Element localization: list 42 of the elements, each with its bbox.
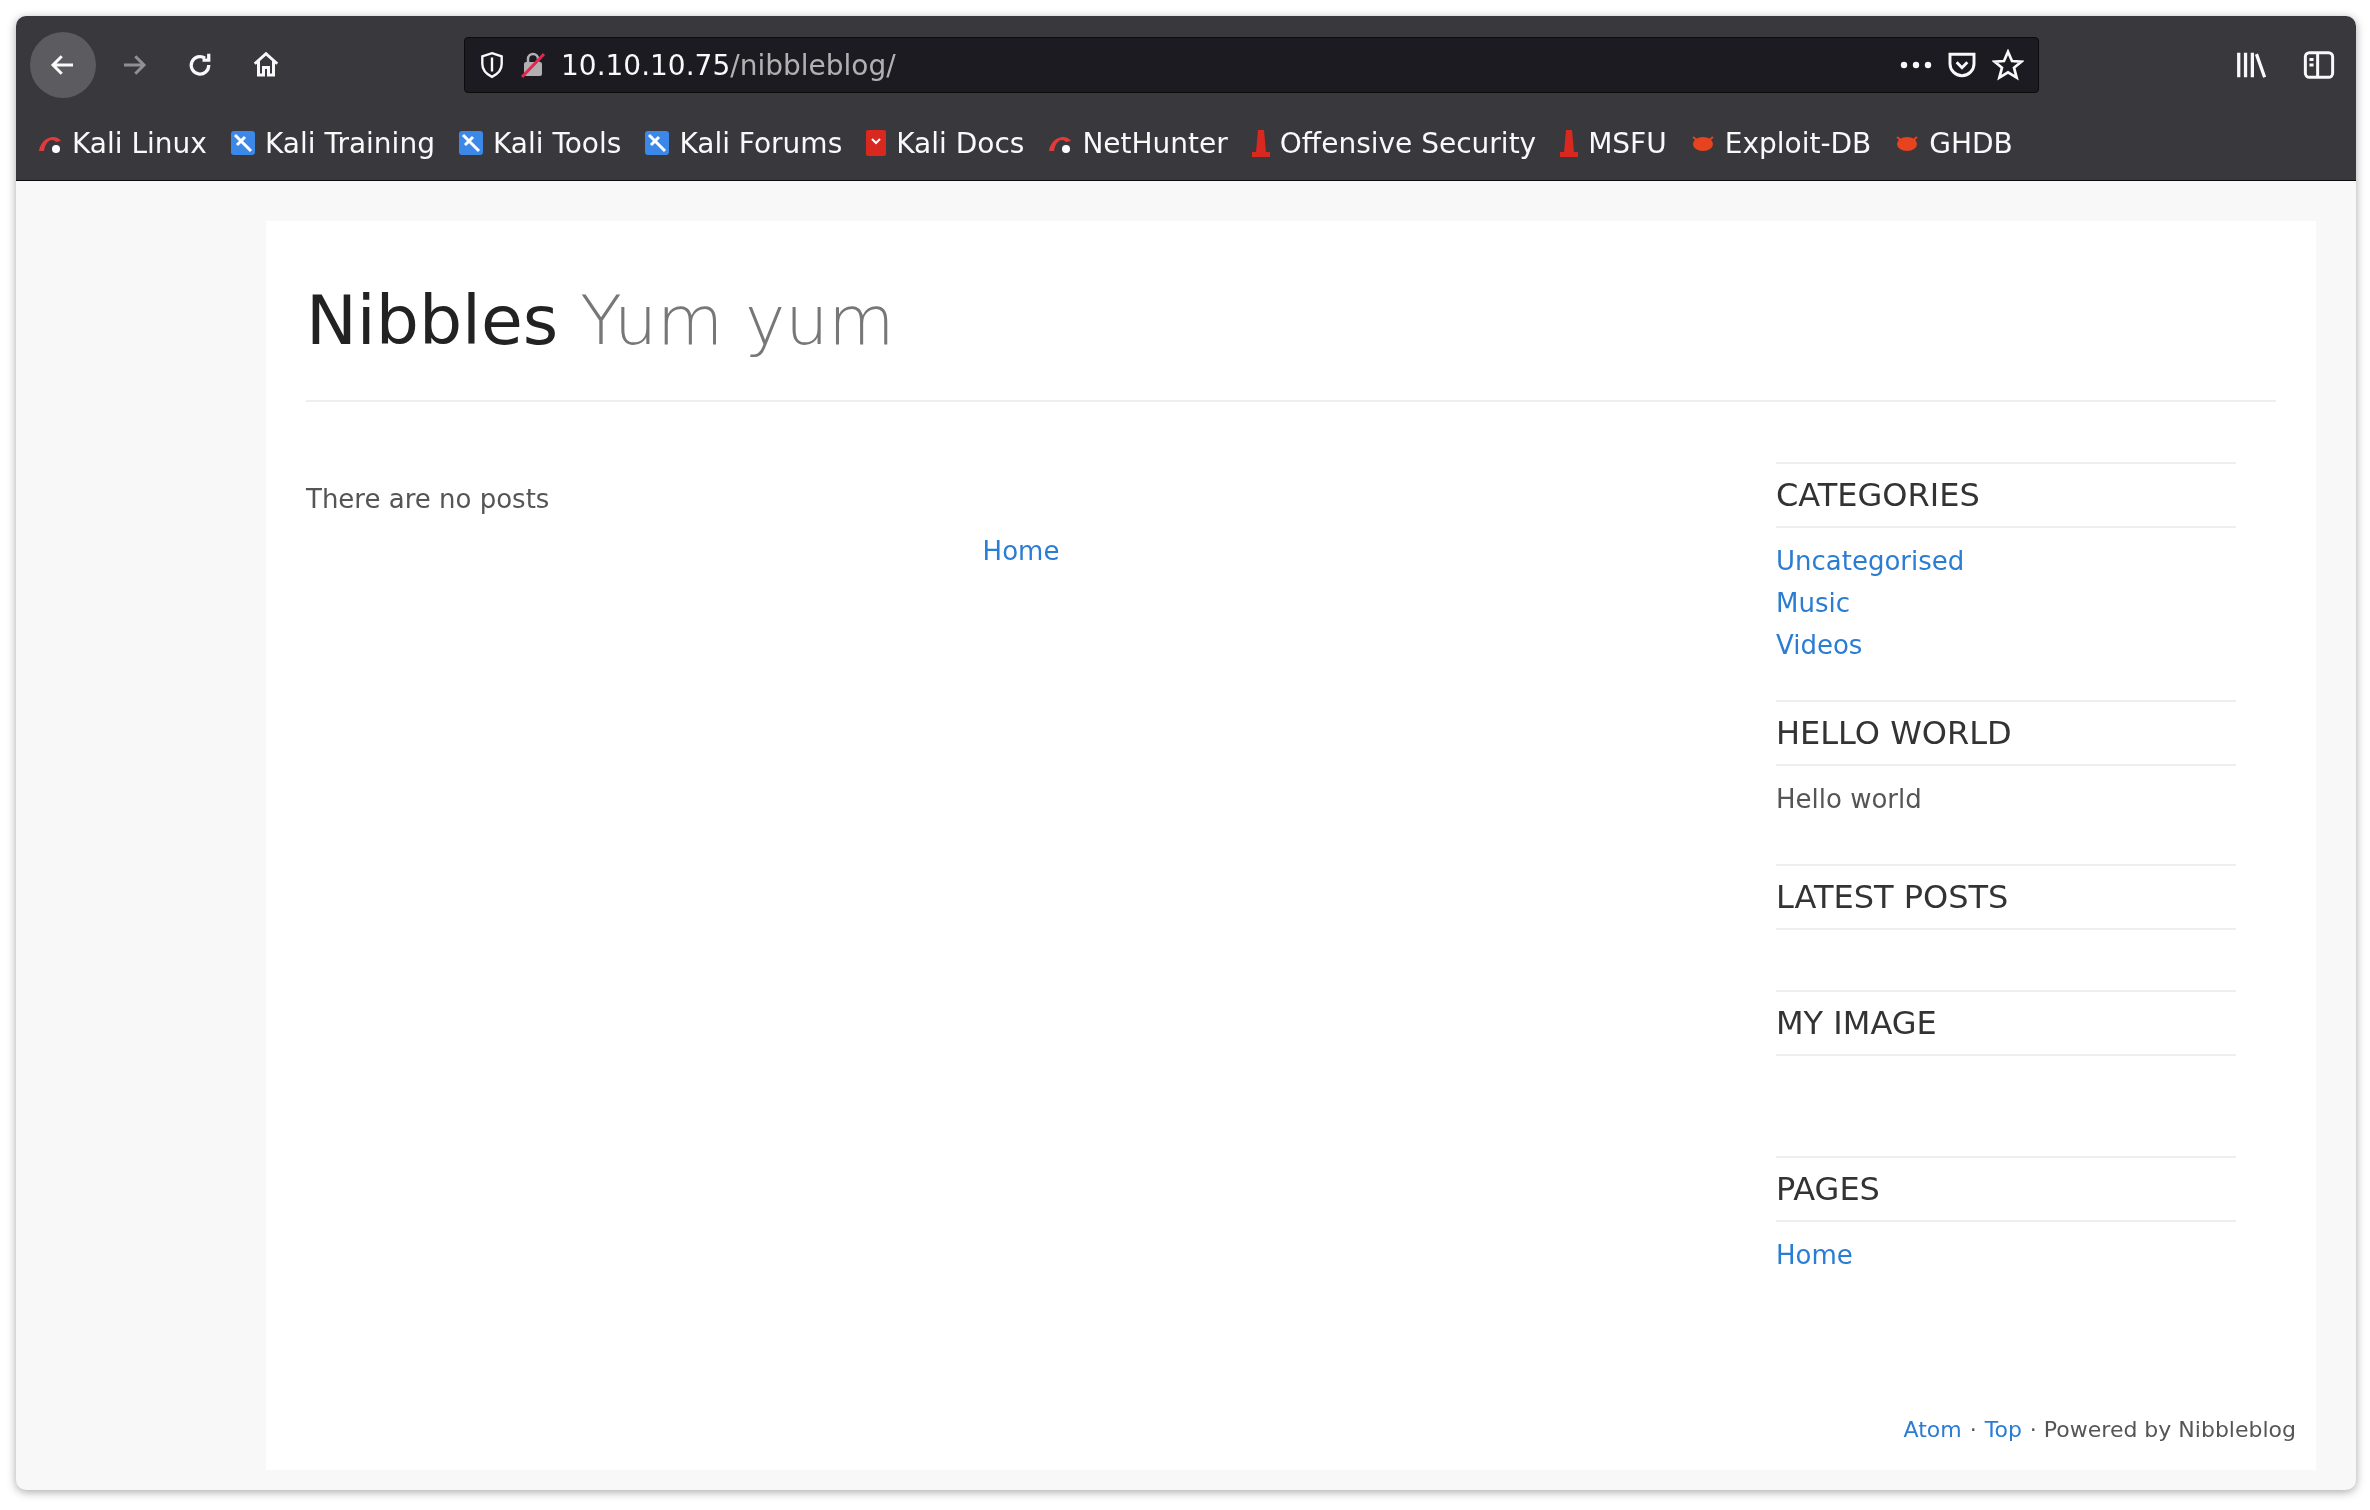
library-icon[interactable] bbox=[2234, 50, 2268, 80]
sidebar-link[interactable]: Videos bbox=[1776, 630, 2236, 660]
tool-icon bbox=[456, 129, 485, 157]
footer-text: · Powered by Nibbleblog bbox=[2029, 1417, 2296, 1442]
insecure-lock-icon bbox=[519, 51, 547, 79]
site-slogan: Yum yum bbox=[580, 281, 895, 360]
bookmark-link[interactable]: Kali Docs bbox=[864, 126, 1025, 160]
bookmark-link[interactable]: GHDB bbox=[1893, 126, 2013, 160]
bookmark-link[interactable]: Kali Tools bbox=[456, 126, 622, 160]
sidebar-heading: LATEST POSTS bbox=[1776, 864, 2236, 930]
no-posts-message: There are no posts bbox=[306, 484, 551, 514]
bookmark-link[interactable]: Kali Training bbox=[228, 126, 435, 160]
sidebar-heading: MY IMAGE bbox=[1776, 990, 2236, 1056]
sidebar-text: Hello world bbox=[1776, 784, 1923, 814]
sidebar-link[interactable]: Uncategorised bbox=[1776, 546, 2236, 576]
document-icon bbox=[864, 129, 889, 157]
star-icon[interactable] bbox=[1992, 49, 2024, 81]
footer-link[interactable]: Top bbox=[1984, 1417, 2022, 1442]
tool-icon bbox=[228, 129, 257, 157]
sidebar-link[interactable]: Home bbox=[1776, 1240, 2236, 1270]
sidebar-heading: CATEGORIES bbox=[1776, 462, 2236, 528]
sidebar-icon[interactable] bbox=[2302, 50, 2336, 80]
site-title: Nibbles bbox=[306, 281, 559, 360]
bookmark-link[interactable]: Offensive Security bbox=[1249, 126, 1537, 160]
bookmark-link[interactable]: MSFU bbox=[1558, 126, 1667, 160]
sidebar-heading: HELLO WORLD bbox=[1776, 700, 2236, 766]
bookmark-link[interactable]: NetHunter bbox=[1046, 126, 1228, 160]
home-link[interactable]: Home bbox=[982, 536, 1060, 566]
footer-link[interactable]: Atom bbox=[1903, 1417, 1962, 1442]
sidebar-link[interactable]: Music bbox=[1776, 588, 2236, 618]
more-icon[interactable] bbox=[1900, 61, 1932, 69]
pocket-icon[interactable] bbox=[1946, 50, 1978, 80]
url-text: 10.10.10.75/nibbleblog/ bbox=[561, 48, 897, 82]
address-bar[interactable]: 10.10.10.75/nibbleblog/ bbox=[464, 37, 2039, 93]
sidebar-heading: PAGES bbox=[1776, 1156, 2236, 1222]
bookmark-link[interactable]: Kali Linux bbox=[36, 126, 207, 160]
shield-icon bbox=[479, 51, 505, 79]
footer-text: · bbox=[1969, 1417, 1977, 1442]
bookmark-link[interactable]: Kali Forums bbox=[643, 126, 843, 160]
bookmark-link[interactable]: Exploit-DB bbox=[1688, 126, 1872, 160]
home-icon bbox=[251, 50, 281, 80]
tool-icon bbox=[643, 129, 672, 157]
